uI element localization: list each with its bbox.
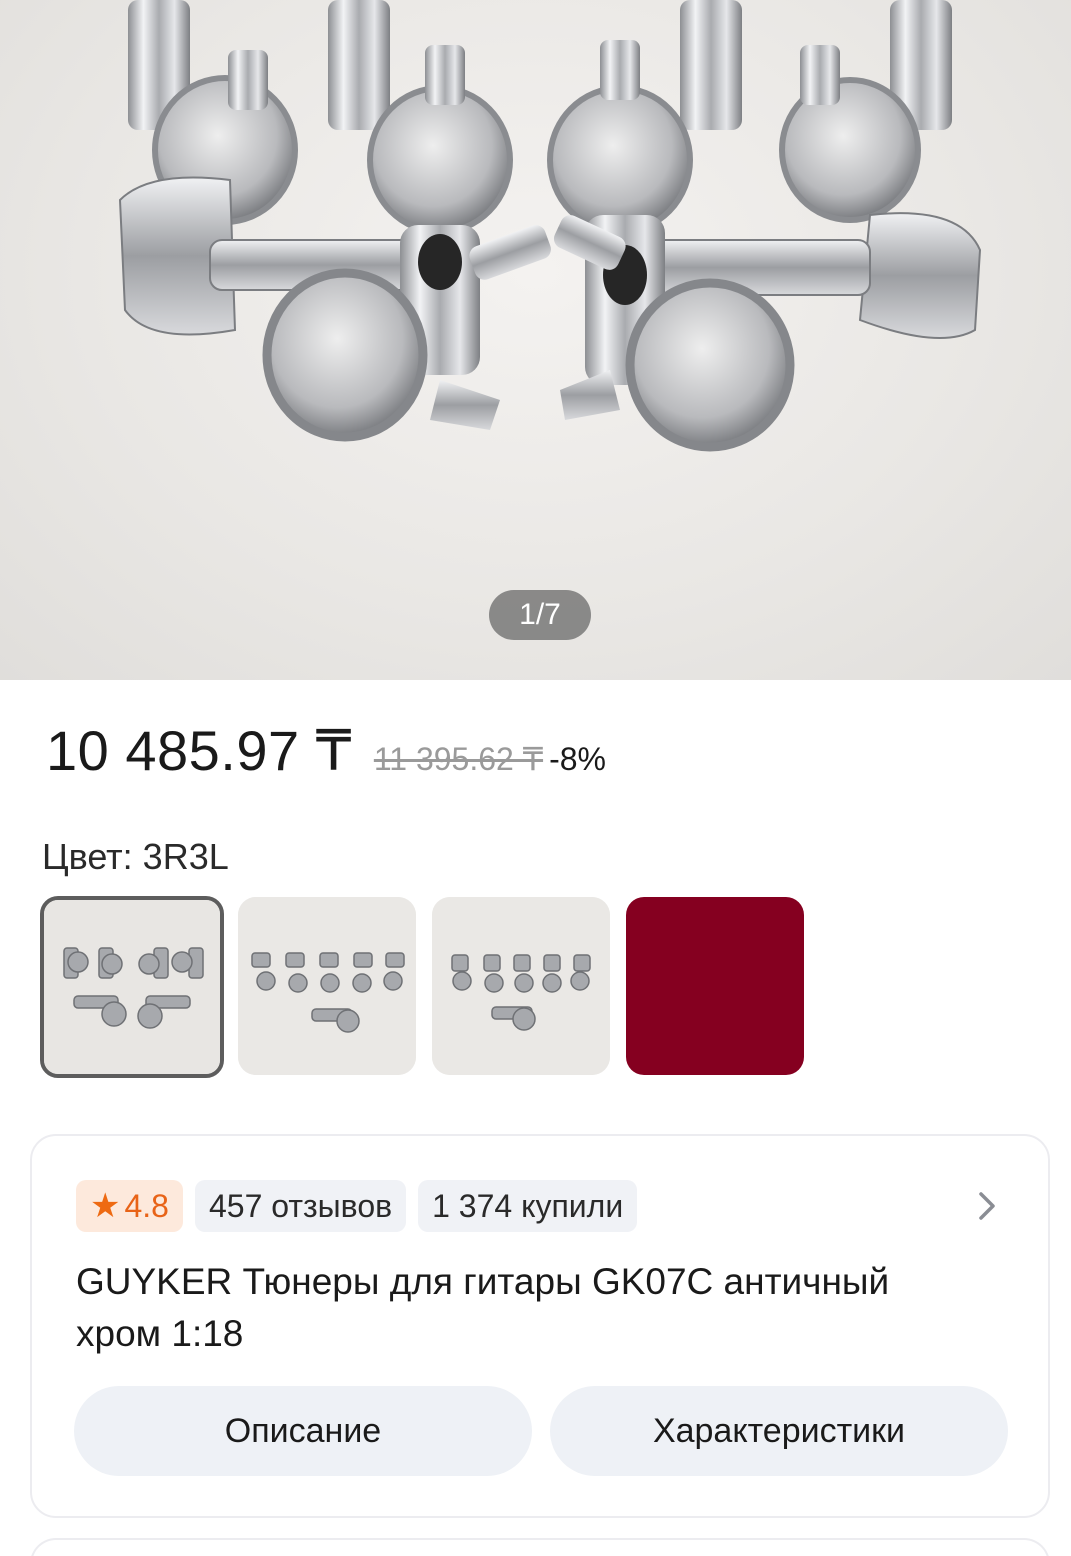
swatch-option-2[interactable] — [238, 897, 416, 1075]
product-photo — [118, 0, 982, 452]
color-label: Цвет: 3R3L — [42, 836, 229, 877]
stats-chips: ★ 4.8 457 отзывов 1 374 купили — [76, 1180, 638, 1232]
rating-chip[interactable]: ★ 4.8 — [76, 1180, 183, 1232]
next-section-card — [30, 1538, 1050, 1556]
chevron-right-icon[interactable] — [972, 1188, 1002, 1224]
rating-value: 4.8 — [124, 1188, 169, 1224]
star-icon: ★ — [90, 1187, 121, 1225]
product-info-card[interactable]: ★ 4.8 457 отзывов 1 374 купили GUYKER Тю… — [30, 1134, 1050, 1518]
product-gallery[interactable]: 1/7 — [0, 0, 1071, 680]
price-row: 10 485.97 ₸ 11 395.62 ₸ -8% — [46, 718, 606, 788]
image-counter: 1/7 — [489, 590, 591, 640]
swatch-thumbnail — [238, 897, 416, 1075]
swatch-red[interactable] — [626, 897, 804, 1075]
bought-chip: 1 374 купили — [418, 1180, 638, 1232]
swatch-thumbnail — [44, 900, 220, 1074]
swatch-option-3[interactable] — [432, 897, 610, 1075]
reviews-chip[interactable]: 457 отзывов — [194, 1180, 407, 1232]
specs-button[interactable]: Характеристики — [550, 1386, 1008, 1476]
swatch-3r3l[interactable] — [40, 896, 224, 1078]
current-price: 10 485.97 ₸ — [46, 719, 352, 782]
discount-badge: -8% — [549, 741, 606, 777]
swatch-thumbnail — [432, 897, 610, 1075]
product-title: GUYKER Тюнеры для гитары GK07C античный … — [76, 1261, 890, 1354]
description-button[interactable]: Описание — [74, 1386, 532, 1476]
old-price: 11 395.62 ₸ — [373, 741, 544, 777]
